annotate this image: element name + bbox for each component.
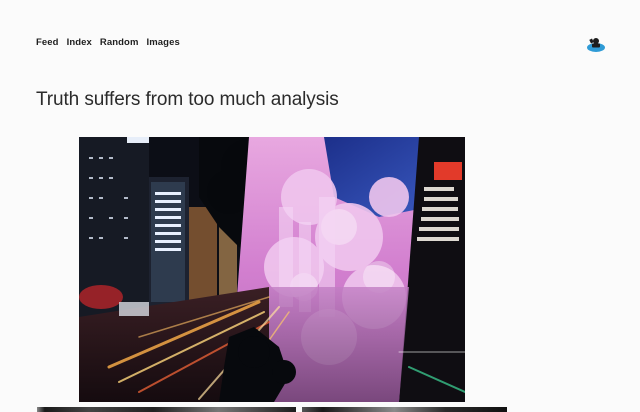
avatar-icon[interactable]	[586, 36, 606, 52]
nav-link-feed[interactable]: Feed	[36, 37, 59, 48]
nav-link-random[interactable]: Random	[100, 37, 139, 48]
next-photo-thumbnail[interactable]	[302, 407, 507, 412]
nav-link-index[interactable]: Index	[67, 37, 92, 48]
top-nav: Feed Index Random Images	[36, 37, 180, 48]
next-photo-thumbnail[interactable]	[37, 407, 296, 412]
page: Feed Index Random Images Truth suffers f…	[0, 0, 640, 412]
post-title: Truth suffers from too much analysis	[36, 89, 339, 110]
nav-link-images[interactable]: Images	[147, 37, 180, 48]
post-photo[interactable]	[79, 137, 465, 402]
